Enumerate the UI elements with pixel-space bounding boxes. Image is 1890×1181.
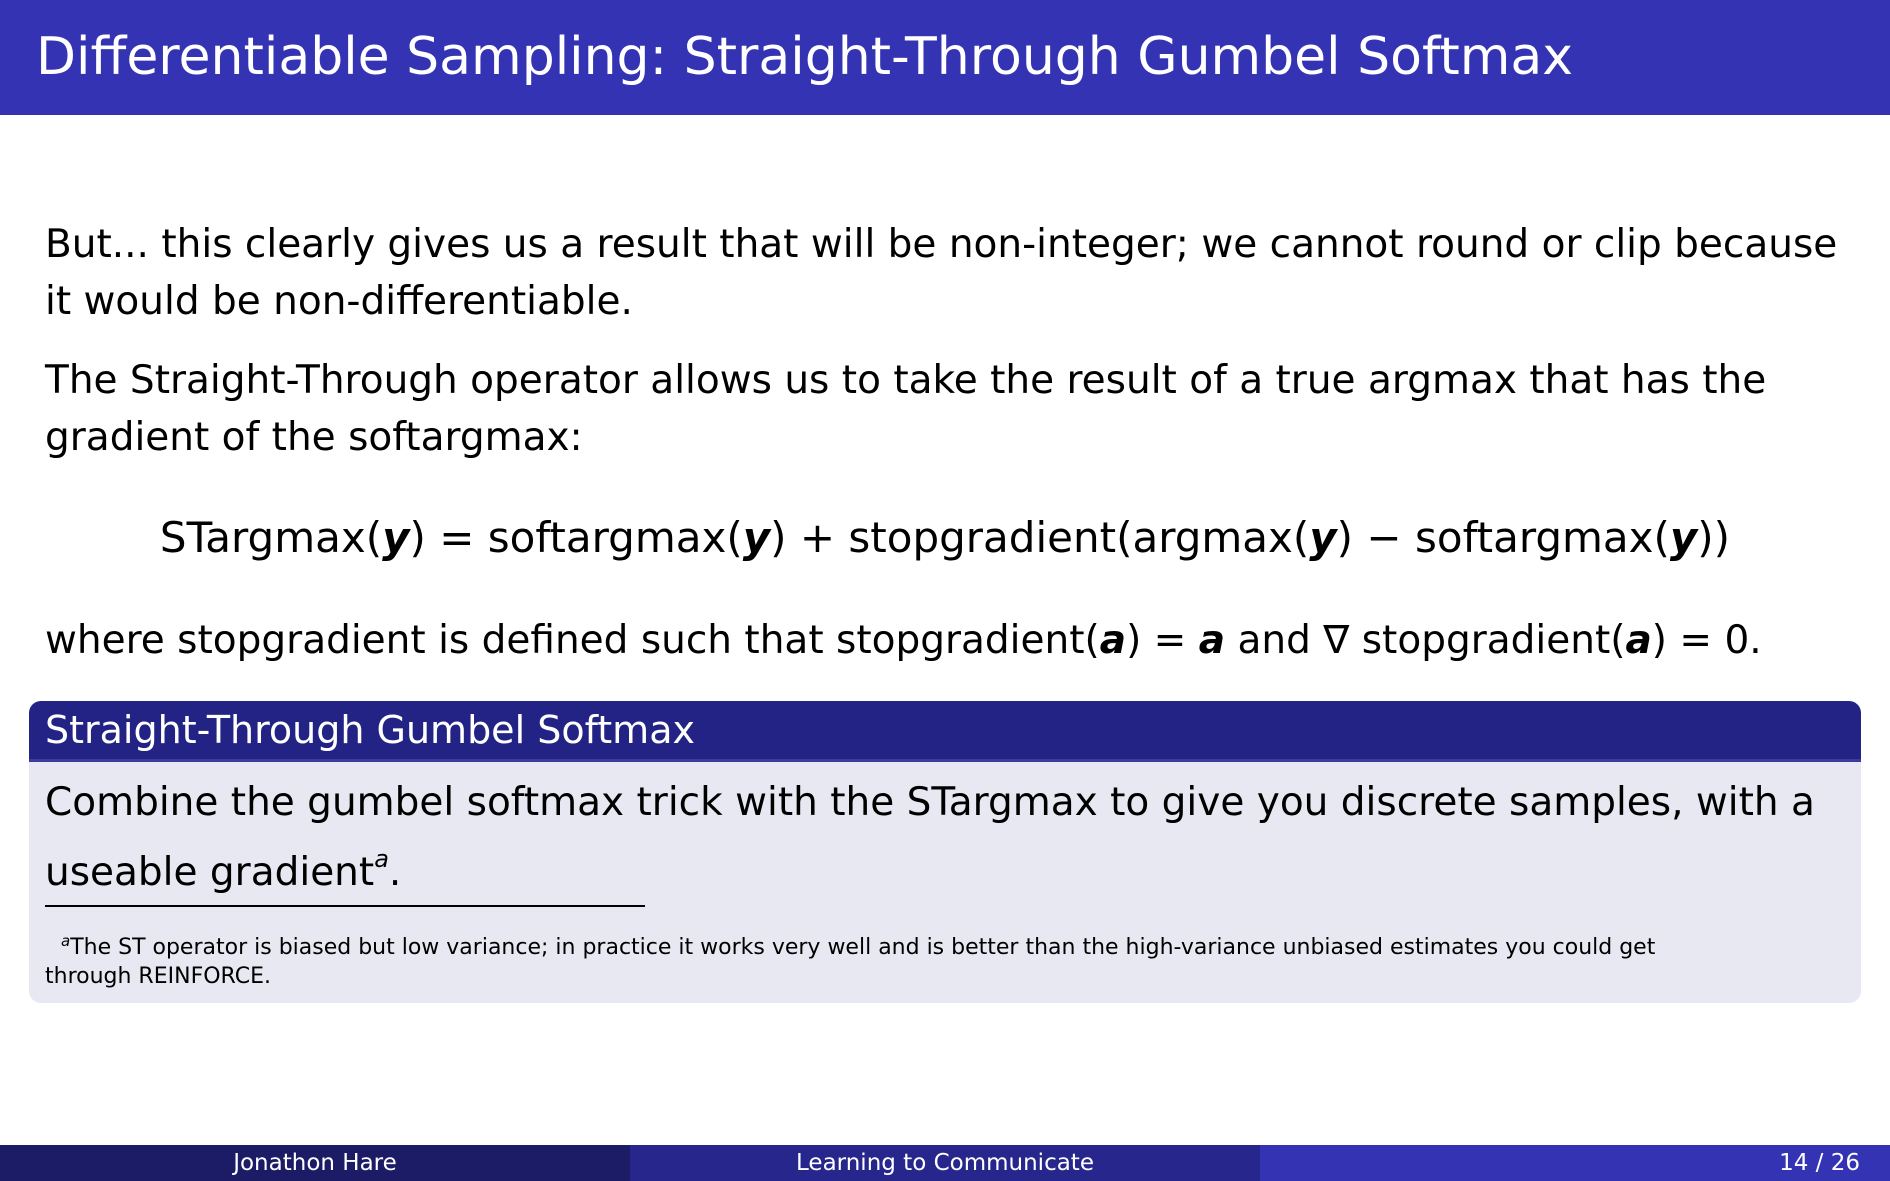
where-var: a — [1099, 618, 1127, 663]
eq-var: y — [1669, 513, 1698, 562]
stargmax-equation: STargmax(y) = softargmax(y) + stopgradie… — [159, 513, 1731, 562]
block-title: Straight-Through Gumbel Softmax — [29, 701, 1861, 762]
eq-argmax: argmax — [1132, 513, 1293, 562]
footer-talk-title: Learning to Communicate — [630, 1145, 1260, 1181]
eq-lhs-fn: STargmax — [159, 513, 366, 562]
where-suffix: ) = 0. — [1651, 618, 1762, 663]
where-prefix: where stopgradient is defined such that … — [45, 618, 1100, 663]
footnote-rule — [45, 905, 645, 907]
eq-stopgradient: stopgradient — [848, 513, 1117, 562]
block-body-end: . — [388, 850, 402, 895]
eq-var: y — [742, 513, 771, 562]
where-var: a — [1198, 618, 1226, 663]
slide-footer: Jonathon Hare Learning to Communicate 14… — [0, 1145, 1890, 1181]
where-var: a — [1625, 618, 1652, 663]
paragraph-non-integer: But... this clearly gives us a result th… — [45, 222, 1838, 324]
slide-title: Differentiable Sampling: Straight-Throug… — [36, 27, 1574, 87]
eq-softargmax: softargmax — [1414, 513, 1654, 562]
slide-header: Differentiable Sampling: Straight-Throug… — [0, 0, 1890, 115]
eq-plus: + — [799, 513, 836, 562]
block-body-text: Combine the gumbel softmax trick with th… — [45, 780, 1815, 895]
footnote-marker: a — [61, 932, 71, 950]
slide-content: But... this clearly gives us a result th… — [45, 216, 1845, 466]
footnote: aThe ST operator is biased but low varia… — [45, 927, 1665, 991]
footnote-marker: a — [374, 845, 389, 873]
where-mid1: ) = — [1126, 618, 1199, 663]
stopgradient-definition: where stopgradient is defined such that … — [45, 616, 1762, 666]
eq-softargmax: softargmax — [487, 513, 727, 562]
eq-var: y — [382, 513, 410, 562]
definition-block: Straight-Through Gumbel Softmax Combine … — [29, 701, 1861, 1003]
block-body: Combine the gumbel softmax trick with th… — [29, 762, 1861, 901]
eq-var: y — [1309, 513, 1337, 562]
footer-author: Jonathon Hare — [0, 1145, 630, 1181]
footer-page-number: 14 / 26 — [1260, 1145, 1890, 1181]
eq-equals: = — [439, 513, 475, 562]
eq-minus: − — [1366, 513, 1402, 562]
where-mid2: and ∇ stopgradient( — [1225, 618, 1626, 663]
paragraph-straight-through: The Straight-Through operator allows us … — [45, 358, 1767, 460]
footnote-text: The ST operator is biased but low varian… — [45, 935, 1656, 989]
